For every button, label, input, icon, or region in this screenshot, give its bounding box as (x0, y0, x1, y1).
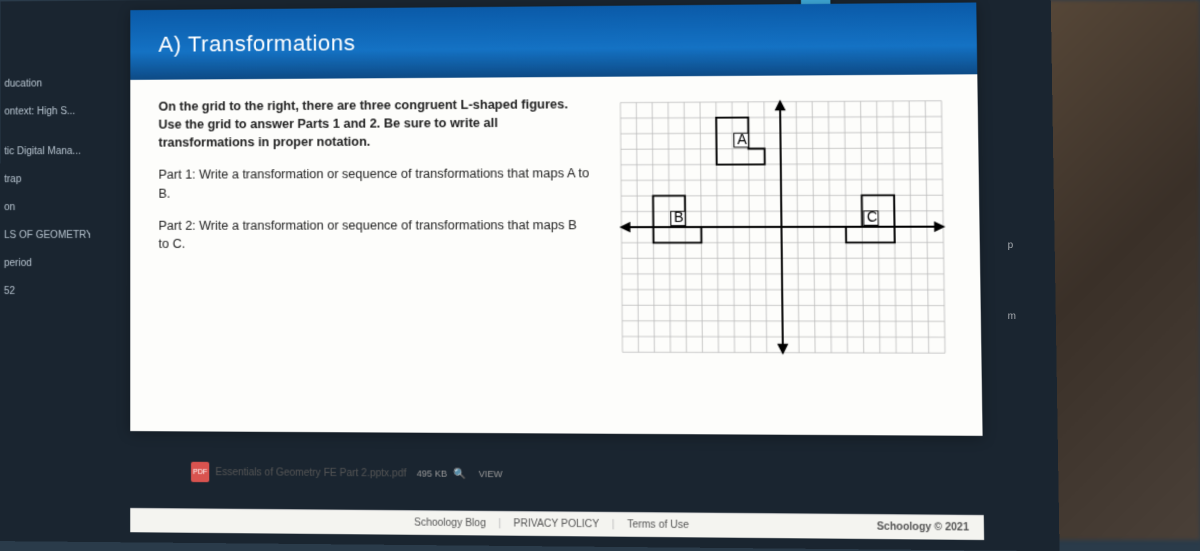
attachment-size: 495 KB (417, 468, 448, 478)
part2-text: Part 2: Write a transformation or sequen… (158, 216, 590, 253)
edge-labels: p m (1008, 180, 1016, 382)
footer-link[interactable]: PRIVACY POLICY (513, 518, 599, 530)
sidebar-item[interactable] (0, 126, 90, 138)
attachment-row[interactable]: PDF Essentials of Geometry FE Part 2.ppt… (191, 462, 503, 485)
grid-svg: A B C (608, 93, 958, 361)
monitor-screen: 2 ducation ontext: High S... tic Digital… (0, 0, 1060, 551)
part1-text: Part 1: Write a transformation or sequen… (158, 164, 590, 202)
search-icon: 🔍 (453, 468, 466, 479)
separator: | (498, 518, 501, 529)
sidebar-item[interactable]: ducation (0, 70, 90, 98)
slide-title: A) Transformations (130, 3, 977, 80)
sidebar-item[interactable]: tic Digital Mana... (0, 138, 90, 166)
slide-body: On the grid to the right, there are thre… (130, 74, 981, 371)
coordinate-grid: A B C (608, 93, 958, 361)
sidebar-item[interactable]: ontext: High S... (0, 98, 90, 126)
sidebar-item[interactable]: 52 (0, 278, 90, 306)
sidebar-item[interactable]: LS OF GEOMETRY (0, 222, 90, 250)
footer-link[interactable]: Terms of Use (627, 519, 689, 531)
sidebar-item[interactable]: period (0, 250, 90, 278)
shape-label-c: C (867, 210, 878, 225)
slide-card: A) Transformations On the grid to the ri… (130, 3, 982, 436)
footer-link[interactable]: Schoology Blog (414, 517, 486, 529)
left-sidebar: ducation ontext: High S... tic Digital M… (0, 70, 90, 306)
sidebar-item[interactable]: trap (0, 166, 90, 194)
attachment-view-link[interactable]: VIEW (479, 469, 503, 479)
page-footer: Schoology Blog | PRIVACY POLICY | Terms … (130, 508, 984, 540)
separator: | (612, 519, 615, 530)
pdf-icon: PDF (191, 462, 209, 482)
text-column: On the grid to the right, there are thre… (158, 95, 591, 360)
intro-text: On the grid to the right, there are thre… (158, 95, 589, 152)
footer-copyright: Schoology © 2021 (877, 521, 969, 533)
attachment-name: Essentials of Geometry FE Part 2.pptx.pd… (215, 467, 406, 480)
shape-label-b: B (674, 210, 684, 225)
sidebar-item[interactable]: on (0, 194, 90, 222)
shape-label-a: A (737, 132, 748, 147)
